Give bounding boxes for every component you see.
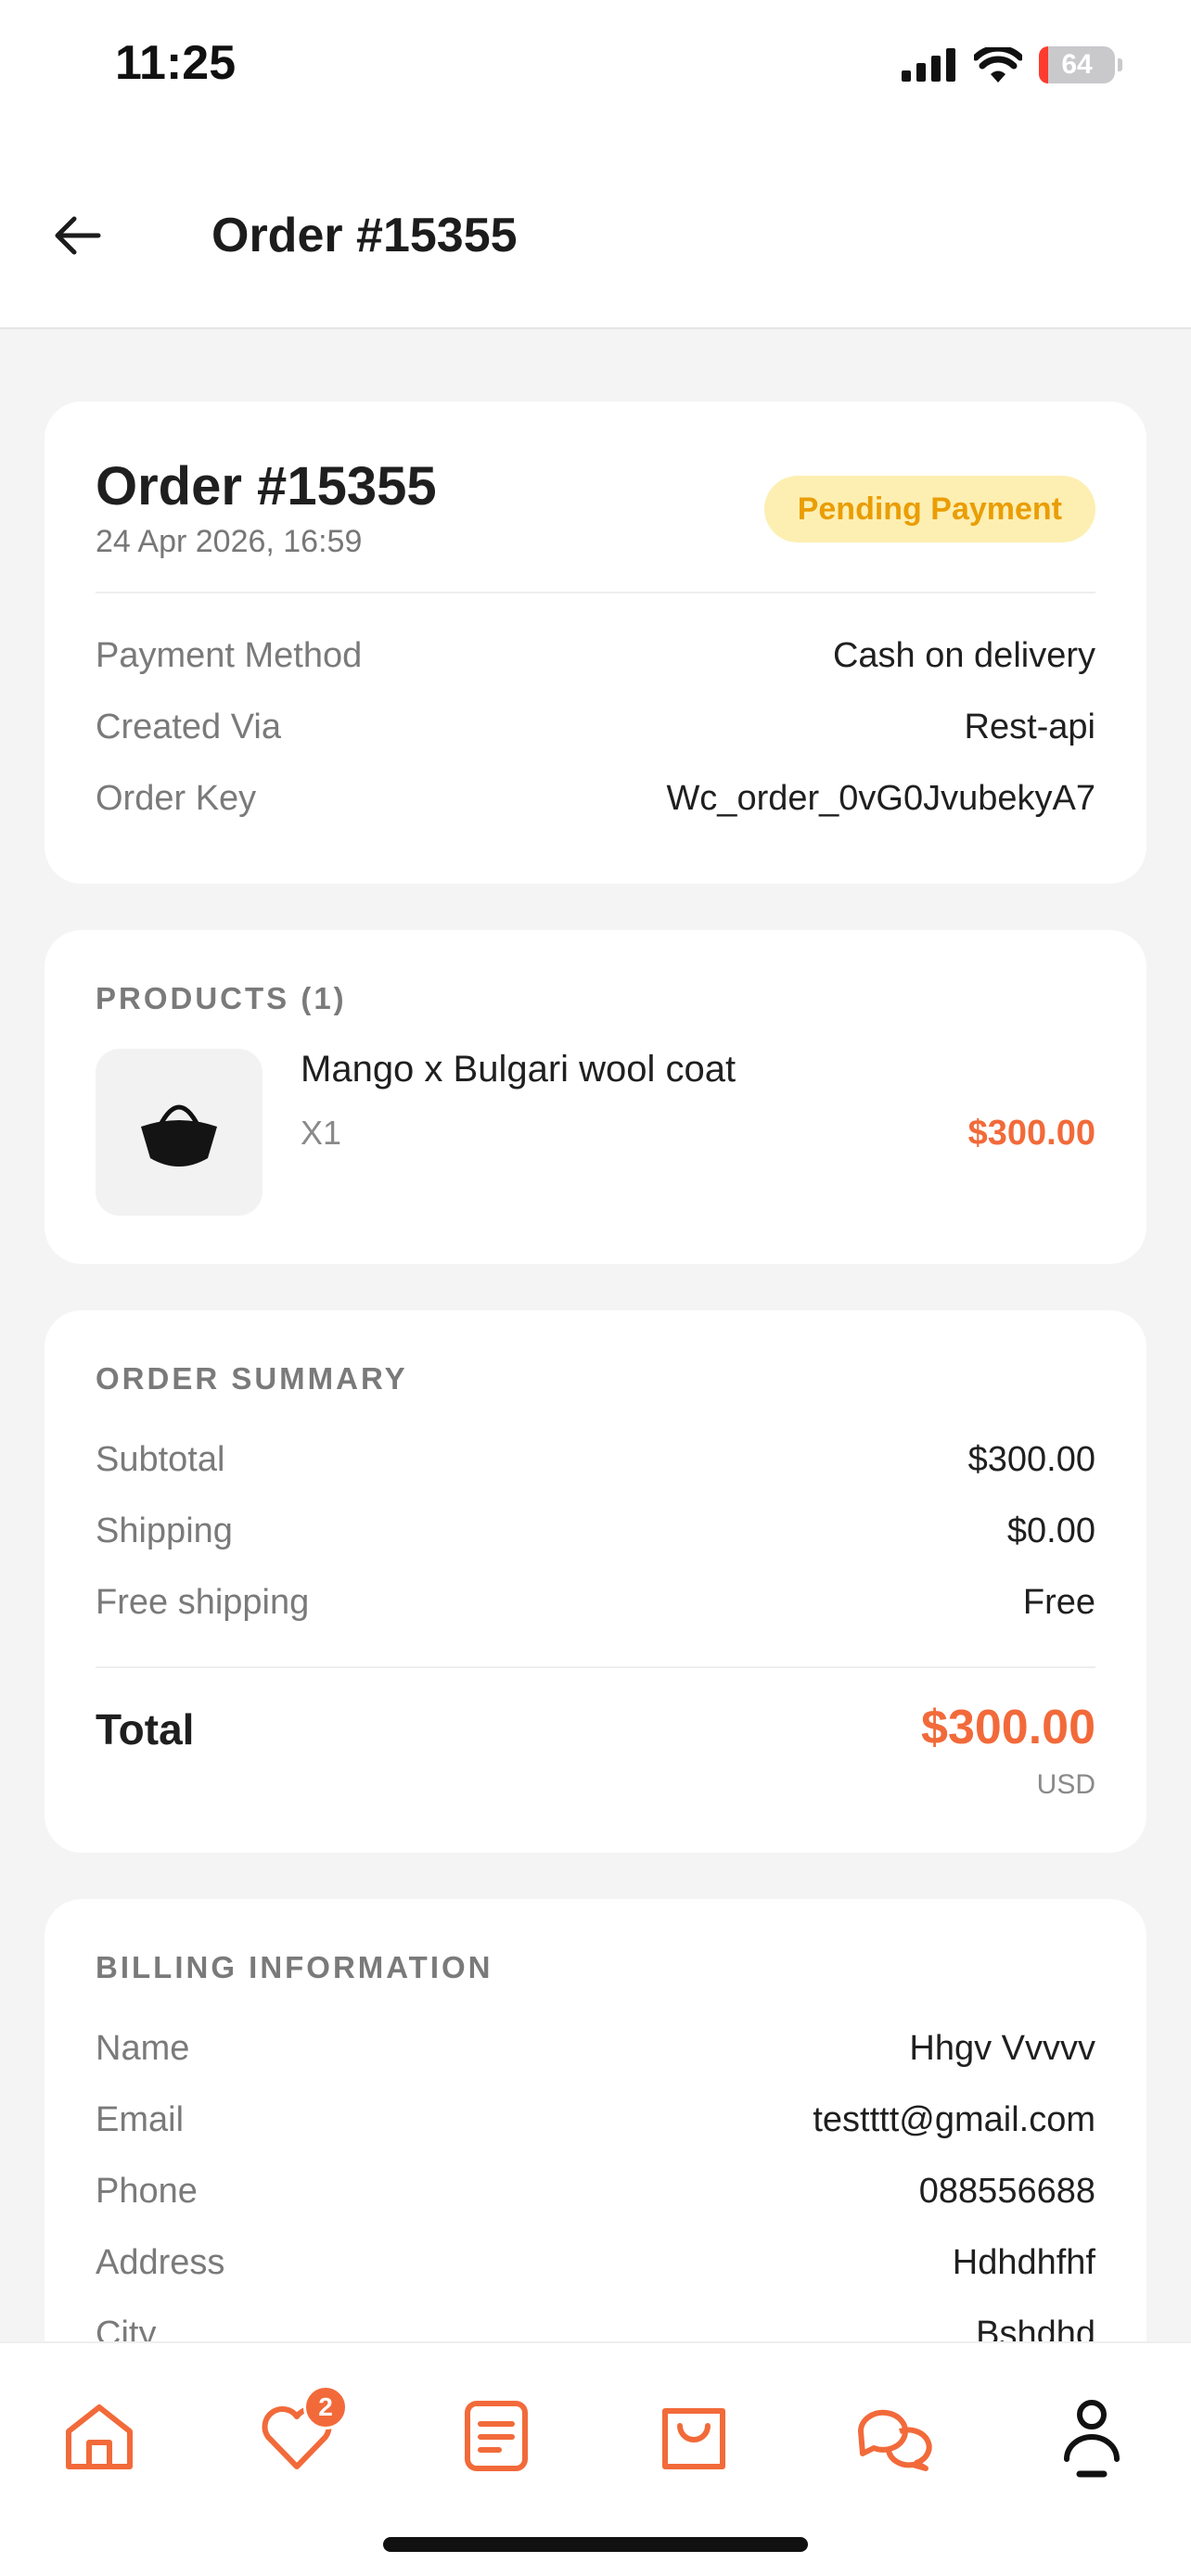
product-name[interactable]: Mango x Bulgari wool coat — [301, 1049, 736, 1090]
info-value: Cash on delivery — [832, 636, 1095, 675]
page-title: Order #15355 — [211, 209, 518, 262]
summary-row-free-shipping: Free shipping Free — [96, 1583, 1095, 1623]
billing-label: Name — [96, 2029, 190, 2068]
status-icons: 64 — [902, 46, 1122, 83]
summary-label: Subtotal — [96, 1440, 225, 1479]
divider — [96, 592, 1095, 593]
nav-profile[interactable] — [1050, 2394, 1133, 2478]
app-header: Order #15355 — [0, 139, 1191, 329]
shopping-bag-icon — [662, 2408, 725, 2469]
handbag-icon — [141, 1104, 217, 1167]
status-bar: 11:25 64 — [0, 0, 1191, 139]
billing-row-name: Name Hhgv Vvvvv — [96, 2029, 1095, 2069]
nav-orders[interactable] — [455, 2394, 538, 2478]
order-info-card: Order #15355 24 Apr 2026, 16:59 Pending … — [45, 402, 1146, 884]
status-time: 11:25 — [115, 36, 237, 90]
orders-icon — [465, 2401, 528, 2471]
battery-icon: 64 — [1039, 46, 1122, 83]
product-price: $300.00 — [967, 1114, 1095, 1153]
product-image[interactable] — [96, 1049, 263, 1216]
info-row-payment-method: Payment Method Cash on delivery — [96, 636, 1095, 676]
summary-row-shipping: Shipping $0.00 — [96, 1511, 1095, 1551]
chat-icon — [857, 2409, 932, 2471]
billing-row-phone: Phone 088556688 — [96, 2172, 1095, 2212]
status-badge: Pending Payment — [763, 476, 1095, 542]
billing-card: BILLING INFORMATION Name Hhgv Vvvvv Emai… — [45, 1899, 1146, 2381]
home-icon — [66, 2404, 133, 2469]
arrow-left-icon — [55, 216, 101, 255]
total-value: $300.00 — [921, 1701, 1095, 1754]
info-value: Rest-api — [964, 708, 1096, 746]
nav-cart[interactable] — [652, 2394, 736, 2478]
nav-chat[interactable] — [852, 2394, 935, 2478]
signal-icon — [902, 48, 955, 82]
profile-icon — [1064, 2400, 1120, 2478]
info-label: Created Via — [96, 708, 281, 746]
info-value: Wc_order_0vG0JvubekyA7 — [666, 779, 1095, 818]
summary-label: Free shipping — [96, 1583, 310, 1622]
nav-home[interactable] — [58, 2394, 141, 2478]
order-summary-card: ORDER SUMMARY Subtotal $300.00 Shipping … — [45, 1310, 1146, 1853]
info-row-order-key: Order Key Wc_order_0vG0JvubekyA7 — [96, 779, 1095, 819]
product-quantity: X1 — [301, 1114, 342, 1152]
info-label: Order Key — [96, 779, 257, 818]
info-label: Payment Method — [96, 636, 363, 675]
wishlist-count-badge: 2 — [303, 2385, 348, 2429]
billing-label: Phone — [96, 2172, 198, 2211]
billing-value: 088556688 — [918, 2172, 1095, 2211]
total-label: Total — [96, 1705, 195, 1753]
info-row-created-via: Created Via Rest-api — [96, 708, 1095, 747]
billing-label: Email — [96, 2100, 185, 2139]
billing-value: Hhgv Vvvvv — [909, 2029, 1095, 2068]
summary-row-subtotal: Subtotal $300.00 — [96, 1440, 1095, 1480]
wifi-icon — [974, 47, 1022, 83]
billing-section-title: BILLING INFORMATION — [96, 1950, 493, 1984]
billing-value: testttt@gmail.com — [813, 2100, 1095, 2139]
back-button[interactable] — [48, 206, 108, 265]
billing-label: Address — [96, 2243, 225, 2282]
order-date: 24 Apr 2026, 16:59 — [96, 524, 363, 559]
summary-section-title: ORDER SUMMARY — [96, 1361, 408, 1396]
battery-level: 64 — [1061, 49, 1093, 80]
home-indicator — [383, 2537, 808, 2552]
products-section-title: PRODUCTS (1) — [96, 981, 347, 1015]
divider — [96, 1666, 1095, 1668]
nav-wishlist[interactable]: 2 — [255, 2385, 348, 2478]
summary-value: $300.00 — [967, 1440, 1095, 1479]
products-card: PRODUCTS (1) Mango x Bulgari wool coat X… — [45, 930, 1146, 1264]
billing-row-address: Address Hdhdhfhf — [96, 2243, 1095, 2283]
summary-label: Shipping — [96, 1511, 233, 1550]
order-title: Order #15355 — [96, 456, 437, 516]
summary-value: $0.00 — [1006, 1511, 1095, 1550]
summary-value: Free — [1022, 1583, 1095, 1622]
total-currency: USD — [1036, 1769, 1095, 1800]
billing-value: Hdhdhfhf — [952, 2243, 1095, 2282]
billing-row-email: Email testttt@gmail.com — [96, 2100, 1095, 2140]
